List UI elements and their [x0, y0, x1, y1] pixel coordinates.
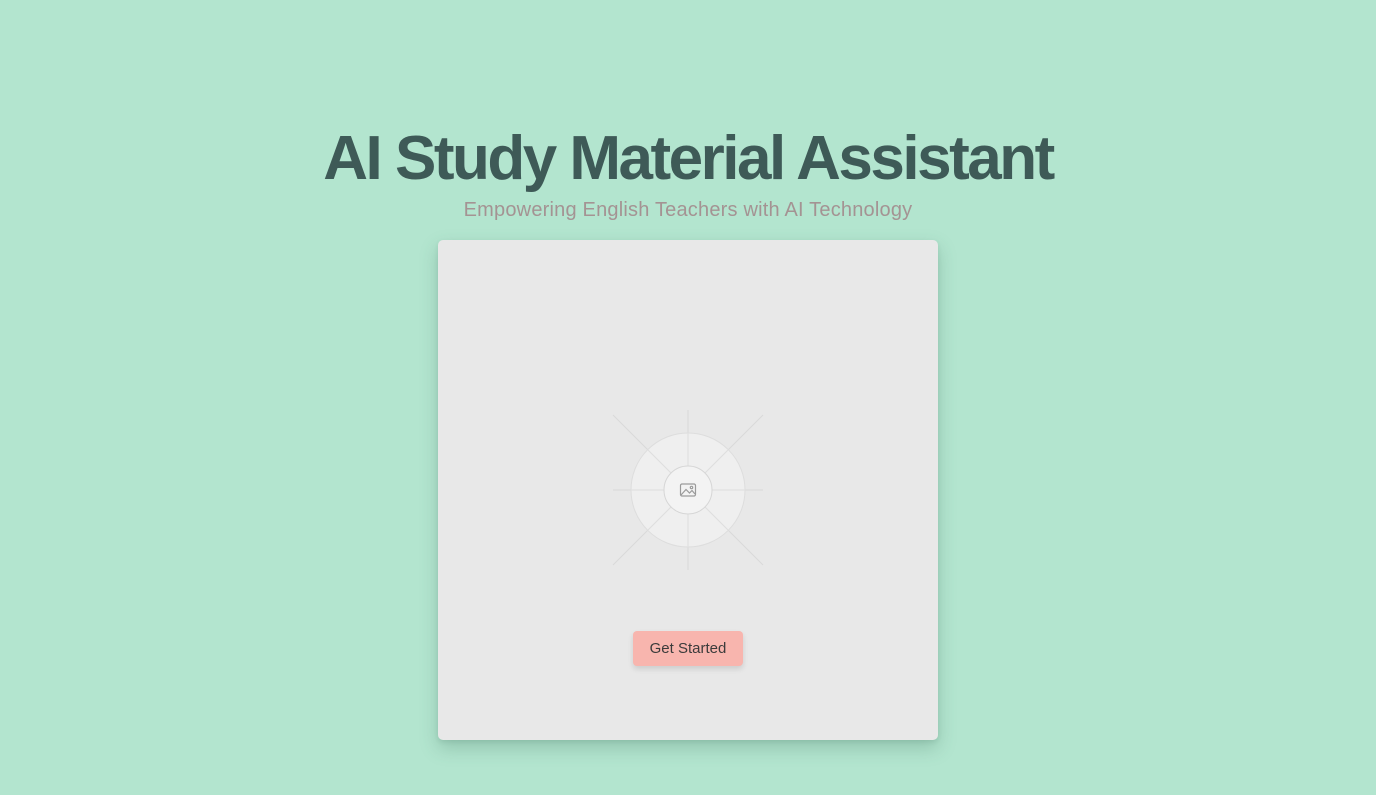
- page-subtitle: Empowering English Teachers with AI Tech…: [463, 199, 913, 221]
- get-started-button[interactable]: Get Started: [633, 631, 743, 666]
- image-placeholder-icon: [612, 410, 764, 570]
- page: AI Study Material Assistant Empowering E…: [0, 0, 1376, 795]
- main-card: Get Started: [438, 240, 938, 740]
- image-placeholder: [608, 410, 768, 570]
- page-title: AI Study Material Assistant: [323, 124, 1055, 193]
